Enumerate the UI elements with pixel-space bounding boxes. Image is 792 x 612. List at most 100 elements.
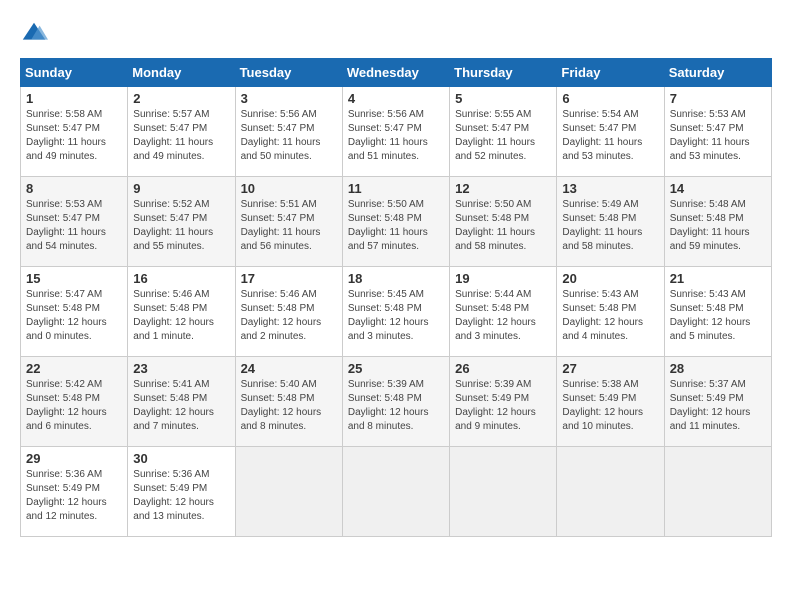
calendar-cell: 11 Sunrise: 5:50 AM Sunset: 5:48 PM Dayli… — [342, 177, 449, 267]
day-info: Sunrise: 5:56 AM Sunset: 5:47 PM Dayligh… — [241, 108, 337, 164]
day-info: Sunrise: 5:56 AM Sunset: 5:47 PM Dayligh… — [348, 108, 444, 164]
day-number: 25 — [348, 361, 444, 376]
logo — [20, 20, 52, 48]
day-number: 28 — [670, 361, 766, 376]
calendar-cell: 12Sunrise: 5:50 AM Sunset: 5:48 PM Dayli… — [450, 177, 557, 267]
calendar-cell: 25 Sunrise: 5:39 AM Sunset: 5:48 PM Dayli… — [342, 357, 449, 447]
calendar-cell: 21 Sunrise: 5:43 AM Sunset: 5:48 PM Dayli… — [664, 267, 771, 357]
calendar-cell: 26 Sunrise: 5:39 AM Sunset: 5:49 PM Dayli… — [450, 357, 557, 447]
day-info: Sunrise: 5:50 AM Sunset: 5:48 PM Dayligh… — [348, 198, 444, 254]
day-number: 9 — [133, 181, 229, 196]
weekday-header-sunday: Sunday — [21, 59, 128, 87]
day-info: Sunrise: 5:44 AM Sunset: 5:48 PM Dayligh… — [455, 288, 551, 344]
calendar-cell: 19 Sunrise: 5:44 AM Sunset: 5:48 PM Dayli… — [450, 267, 557, 357]
weekday-header-monday: Monday — [128, 59, 235, 87]
day-info: Sunrise: 5:51 AM Sunset: 5:47 PM Dayligh… — [241, 198, 337, 254]
day-number: 20 — [562, 271, 658, 286]
calendar-cell: 7 Sunrise: 5:53 AM Sunset: 5:47 PM Daylig… — [664, 87, 771, 177]
day-info: Sunrise: 5:52 AM Sunset: 5:47 PM Dayligh… — [133, 198, 229, 254]
calendar-week-row: 22 Sunrise: 5:42 AM Sunset: 5:48 PM Dayli… — [21, 357, 772, 447]
calendar-cell: 24 Sunrise: 5:40 AM Sunset: 5:48 PM Dayli… — [235, 357, 342, 447]
day-number: 4 — [348, 91, 444, 106]
day-number: 5 — [455, 91, 551, 106]
calendar-cell: 22 Sunrise: 5:42 AM Sunset: 5:48 PM Dayli… — [21, 357, 128, 447]
calendar-cell — [342, 447, 449, 537]
day-info: Sunrise: 5:42 AM Sunset: 5:48 PM Dayligh… — [26, 378, 122, 434]
calendar-cell: 4 Sunrise: 5:56 AM Sunset: 5:47 PM Daylig… — [342, 87, 449, 177]
calendar-cell: 2Sunrise: 5:57 AM Sunset: 5:47 PM Daylig… — [128, 87, 235, 177]
logo-icon — [20, 20, 48, 48]
day-info: Sunrise: 5:48 AM Sunset: 5:48 PM Dayligh… — [670, 198, 766, 254]
day-number: 11 — [348, 181, 444, 196]
calendar-cell — [450, 447, 557, 537]
day-number: 7 — [670, 91, 766, 106]
calendar-cell: 6 Sunrise: 5:54 AM Sunset: 5:47 PM Daylig… — [557, 87, 664, 177]
day-number: 26 — [455, 361, 551, 376]
calendar-cell: 29 Sunrise: 5:36 AM Sunset: 5:49 PM Dayli… — [21, 447, 128, 537]
day-info: Sunrise: 5:55 AM Sunset: 5:47 PM Dayligh… — [455, 108, 551, 164]
day-number: 10 — [241, 181, 337, 196]
calendar-week-row: 29 Sunrise: 5:36 AM Sunset: 5:49 PM Dayli… — [21, 447, 772, 537]
day-info: Sunrise: 5:43 AM Sunset: 5:48 PM Dayligh… — [670, 288, 766, 344]
weekday-header-wednesday: Wednesday — [342, 59, 449, 87]
calendar-cell: 1 Sunrise: 5:58 AM Sunset: 5:47 PM Daylig… — [21, 87, 128, 177]
day-info: Sunrise: 5:46 AM Sunset: 5:48 PM Dayligh… — [241, 288, 337, 344]
day-number: 21 — [670, 271, 766, 286]
day-info: Sunrise: 5:53 AM Sunset: 5:47 PM Dayligh… — [26, 198, 122, 254]
calendar-cell: 23 Sunrise: 5:41 AM Sunset: 5:48 PM Dayli… — [128, 357, 235, 447]
calendar-table: SundayMondayTuesdayWednesdayThursdayFrid… — [20, 58, 772, 537]
day-info: Sunrise: 5:38 AM Sunset: 5:49 PM Dayligh… — [562, 378, 658, 434]
calendar-cell: 10 Sunrise: 5:51 AM Sunset: 5:47 PM Dayli… — [235, 177, 342, 267]
day-number: 24 — [241, 361, 337, 376]
weekday-header-saturday: Saturday — [664, 59, 771, 87]
day-info: Sunrise: 5:50 AM Sunset: 5:48 PM Dayligh… — [455, 198, 551, 254]
day-number: 30 — [133, 451, 229, 466]
page-header — [20, 20, 772, 48]
day-number: 2 — [133, 91, 229, 106]
calendar-cell: 8 Sunrise: 5:53 AM Sunset: 5:47 PM Daylig… — [21, 177, 128, 267]
weekday-header-tuesday: Tuesday — [235, 59, 342, 87]
day-number: 1 — [26, 91, 122, 106]
day-info: Sunrise: 5:49 AM Sunset: 5:48 PM Dayligh… — [562, 198, 658, 254]
day-number: 14 — [670, 181, 766, 196]
calendar-cell — [557, 447, 664, 537]
day-info: Sunrise: 5:39 AM Sunset: 5:48 PM Dayligh… — [348, 378, 444, 434]
day-number: 3 — [241, 91, 337, 106]
day-info: Sunrise: 5:43 AM Sunset: 5:48 PM Dayligh… — [562, 288, 658, 344]
weekday-header-thursday: Thursday — [450, 59, 557, 87]
day-info: Sunrise: 5:39 AM Sunset: 5:49 PM Dayligh… — [455, 378, 551, 434]
day-info: Sunrise: 5:54 AM Sunset: 5:47 PM Dayligh… — [562, 108, 658, 164]
day-info: Sunrise: 5:36 AM Sunset: 5:49 PM Dayligh… — [26, 468, 122, 524]
calendar-cell: 20 Sunrise: 5:43 AM Sunset: 5:48 PM Dayli… — [557, 267, 664, 357]
day-info: Sunrise: 5:58 AM Sunset: 5:47 PM Dayligh… — [26, 108, 122, 164]
day-info: Sunrise: 5:36 AM Sunset: 5:49 PM Dayligh… — [133, 468, 229, 524]
day-number: 19 — [455, 271, 551, 286]
calendar-cell: 16 Sunrise: 5:46 AM Sunset: 5:48 PM Dayli… — [128, 267, 235, 357]
calendar-cell: 3 Sunrise: 5:56 AM Sunset: 5:47 PM Daylig… — [235, 87, 342, 177]
calendar-week-row: 1 Sunrise: 5:58 AM Sunset: 5:47 PM Daylig… — [21, 87, 772, 177]
day-info: Sunrise: 5:41 AM Sunset: 5:48 PM Dayligh… — [133, 378, 229, 434]
day-number: 8 — [26, 181, 122, 196]
day-info: Sunrise: 5:37 AM Sunset: 5:49 PM Dayligh… — [670, 378, 766, 434]
day-info: Sunrise: 5:46 AM Sunset: 5:48 PM Dayligh… — [133, 288, 229, 344]
day-info: Sunrise: 5:40 AM Sunset: 5:48 PM Dayligh… — [241, 378, 337, 434]
day-number: 23 — [133, 361, 229, 376]
calendar-week-row: 8 Sunrise: 5:53 AM Sunset: 5:47 PM Daylig… — [21, 177, 772, 267]
weekday-header-friday: Friday — [557, 59, 664, 87]
calendar-cell: 18 Sunrise: 5:45 AM Sunset: 5:48 PM Dayli… — [342, 267, 449, 357]
day-number: 6 — [562, 91, 658, 106]
day-info: Sunrise: 5:45 AM Sunset: 5:48 PM Dayligh… — [348, 288, 444, 344]
calendar-cell: 9 Sunrise: 5:52 AM Sunset: 5:47 PM Daylig… — [128, 177, 235, 267]
calendar-cell — [235, 447, 342, 537]
day-number: 22 — [26, 361, 122, 376]
day-number: 18 — [348, 271, 444, 286]
day-number: 27 — [562, 361, 658, 376]
day-number: 15 — [26, 271, 122, 286]
day-number: 29 — [26, 451, 122, 466]
day-info: Sunrise: 5:53 AM Sunset: 5:47 PM Dayligh… — [670, 108, 766, 164]
calendar-cell: 14 Sunrise: 5:48 AM Sunset: 5:48 PM Dayli… — [664, 177, 771, 267]
day-number: 16 — [133, 271, 229, 286]
calendar-cell — [664, 447, 771, 537]
weekday-header-row: SundayMondayTuesdayWednesdayThursdayFrid… — [21, 59, 772, 87]
calendar-cell: 30 Sunrise: 5:36 AM Sunset: 5:49 PM Dayli… — [128, 447, 235, 537]
